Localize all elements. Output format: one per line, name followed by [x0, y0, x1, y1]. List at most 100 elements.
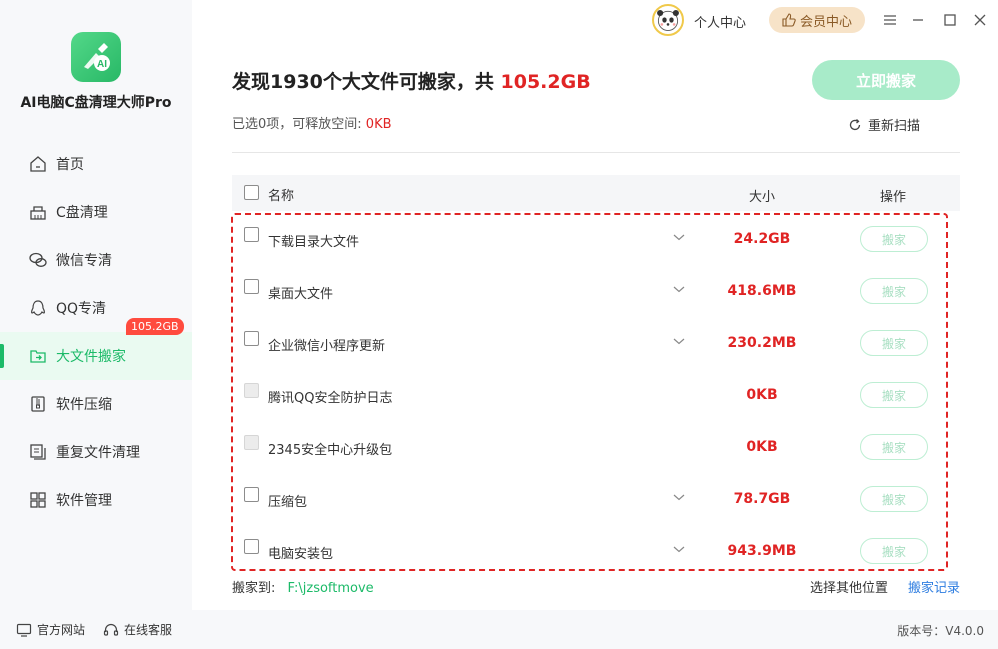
move-now-button[interactable]: 立即搬家	[812, 60, 960, 100]
table-row: 电脑安装包 943.9MB 搬家	[232, 526, 960, 564]
title-prefix: 发现1930个大文件可搬家，共	[232, 71, 494, 93]
move-to-path[interactable]: F:\jzsoftmove	[288, 581, 374, 596]
wechat-icon	[28, 250, 48, 270]
hamburger-icon	[884, 15, 896, 25]
folder-move-icon	[28, 346, 48, 366]
sidebar-item-duplicate[interactable]: 重复文件清理	[0, 428, 192, 476]
row-name: 企业微信小程序更新	[268, 339, 386, 354]
row-move-button[interactable]: 搬家	[860, 486, 928, 512]
divider	[232, 152, 960, 153]
page-title: 发现1930个大文件可搬家，共 105.2GB	[232, 67, 591, 94]
row-move-button[interactable]: 搬家	[860, 538, 928, 564]
size-badge: 105.2GB	[126, 318, 184, 335]
user-center-link[interactable]: 个人中心	[694, 12, 746, 31]
table-row: 压缩包 78.7GB 搬家	[232, 474, 960, 526]
apps-icon	[28, 490, 48, 510]
table-header: 名称 大小 操作	[232, 175, 960, 211]
home-icon	[28, 154, 48, 174]
app-name: AI电脑C盘清理大师Pro	[20, 95, 172, 111]
online-support-label: 在线客服	[124, 623, 173, 637]
maximize-icon	[944, 14, 956, 26]
sidebar-item-label: C盘清理	[56, 205, 108, 221]
duplicate-icon	[28, 442, 48, 462]
row-name: 下载目录大文件	[268, 235, 360, 250]
version-label: 版本号：V4.0.0	[897, 624, 984, 638]
maximize-button[interactable]	[940, 10, 960, 30]
row-move-button[interactable]: 搬家	[860, 382, 928, 408]
row-move-button[interactable]: 搬家	[860, 434, 928, 460]
column-size-header: 大小	[749, 190, 776, 205]
table-row: 2345安全中心升级包 0KB 搬家	[232, 422, 960, 474]
sidebar-item-compress[interactable]: 软件压缩	[0, 380, 192, 428]
monitor-icon	[16, 623, 32, 637]
zip-icon	[28, 394, 48, 414]
panda-avatar-icon	[657, 9, 679, 31]
sidebar-item-c-clean[interactable]: C盘清理	[0, 188, 192, 236]
bottom-bar: 官方网站 在线客服 版本号：V4.0.0	[0, 610, 998, 649]
sidebar-item-label: QQ专清	[56, 301, 107, 317]
row-move-button[interactable]: 搬家	[860, 226, 928, 252]
row-checkbox	[244, 435, 259, 450]
vip-center-button[interactable]: 会员中心	[769, 7, 865, 33]
row-name: 桌面大文件	[268, 287, 334, 302]
minimize-icon	[913, 19, 923, 21]
sidebar-item-wechat[interactable]: 微信专清	[0, 236, 192, 284]
chevron-down-icon[interactable]	[672, 490, 686, 504]
broom-ai-icon: AI	[84, 43, 110, 71]
online-support-link[interactable]: 在线客服	[103, 621, 172, 638]
row-size: 943.9MB	[727, 543, 797, 559]
chevron-down-icon[interactable]	[672, 542, 686, 556]
row-name: 压缩包	[268, 495, 308, 510]
sidebar-item-big-file-move[interactable]: 大文件搬家 105.2GB	[0, 318, 192, 380]
refresh-icon	[849, 118, 861, 130]
broom-icon	[28, 202, 48, 222]
table-row: 企业微信小程序更新 230.2MB 搬家	[232, 318, 960, 370]
row-size: 0KB	[746, 387, 778, 403]
sidebar-item-label: 软件压缩	[56, 397, 112, 413]
sidebar-nav: 首页 C盘清理 微信专清 QQ专清 大文件搬家 105.2GB 软件压缩 重复文…	[0, 140, 192, 524]
row-checkbox[interactable]	[244, 331, 259, 346]
sidebar-item-label: 微信专清	[56, 253, 112, 269]
table-row: 腾讯QQ安全防护日志 0KB 搬家	[232, 370, 960, 422]
rescan-button[interactable]: 重新扫描	[848, 115, 920, 134]
row-move-button[interactable]: 搬家	[860, 278, 928, 304]
row-checkbox[interactable]	[244, 227, 259, 242]
sidebar-item-label: 软件管理	[56, 493, 112, 509]
table-row: 下载目录大文件 24.2GB 搬家	[232, 214, 960, 266]
choose-other-location-link[interactable]: 选择其他位置	[810, 577, 888, 596]
official-website-link[interactable]: 官方网站	[16, 621, 85, 638]
close-button[interactable]	[970, 10, 990, 30]
row-checkbox	[244, 383, 259, 398]
row-name: 电脑安装包	[268, 547, 334, 562]
avatar[interactable]	[652, 4, 684, 36]
row-checkbox[interactable]	[244, 487, 259, 502]
rescan-label: 重新扫描	[868, 119, 921, 134]
row-checkbox[interactable]	[244, 279, 259, 294]
chevron-down-icon[interactable]	[672, 282, 686, 296]
sidebar-item-home[interactable]: 首页	[0, 140, 192, 188]
row-size: 230.2MB	[727, 335, 797, 351]
svg-text:AI: AI	[97, 59, 107, 70]
qq-icon	[28, 298, 48, 318]
row-checkbox[interactable]	[244, 539, 259, 554]
move-log-link[interactable]: 搬家记录	[908, 577, 960, 596]
selected-size: 0KB	[365, 117, 392, 132]
sidebar-item-label: 首页	[56, 157, 84, 173]
sidebar-item-software[interactable]: 软件管理	[0, 476, 192, 524]
row-size: 78.7GB	[733, 491, 791, 507]
chevron-down-icon[interactable]	[672, 230, 686, 244]
row-name: 2345安全中心升级包	[268, 443, 393, 458]
minimize-button[interactable]	[908, 10, 928, 30]
file-category-list: 下载目录大文件 24.2GB 搬家 桌面大文件 418.6MB 搬家 企业微信小…	[232, 214, 960, 564]
row-move-button[interactable]: 搬家	[860, 330, 928, 356]
app-logo: AI	[71, 32, 121, 82]
select-all-checkbox[interactable]	[244, 185, 259, 200]
column-name-header: 名称	[268, 189, 295, 204]
sidebar-item-label: 重复文件清理	[56, 445, 140, 461]
chevron-down-icon[interactable]	[672, 334, 686, 348]
column-action-header: 操作	[880, 190, 907, 205]
headset-icon	[103, 623, 119, 636]
row-name: 腾讯QQ安全防护日志	[268, 391, 393, 406]
selected-prefix: 已选0项，可释放空间:	[232, 117, 362, 132]
menu-button[interactable]	[880, 10, 900, 30]
